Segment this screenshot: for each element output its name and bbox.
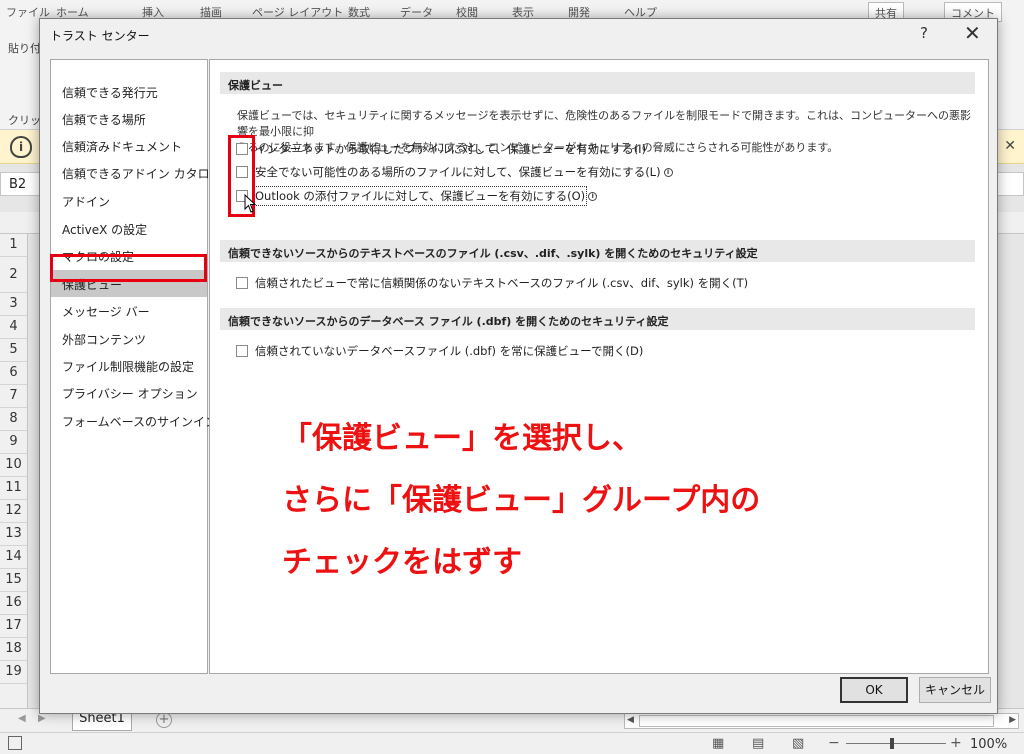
scroll-right-icon[interactable]: ▶	[1009, 715, 1016, 725]
row-number[interactable]: 2	[0, 257, 27, 293]
database-files-option[interactable]: 信頼されていないデータベースファイル (.dbf) を常に保護ビューで開く(D)	[236, 342, 643, 360]
nav-item-activex[interactable]: ActiveX の設定	[51, 215, 207, 242]
section-header-protected-view: 保護ビュー	[220, 72, 975, 94]
info-icon[interactable]: i	[663, 167, 673, 177]
normal-view-icon[interactable]: ▦	[712, 736, 724, 751]
zoom-out-icon[interactable]: −	[828, 735, 840, 751]
clipboard-group-label: クリッ	[8, 114, 41, 127]
page-break-view-icon[interactable]: ▧	[792, 736, 804, 751]
nav-item-file-block[interactable]: ファイル制限機能の設定	[51, 352, 207, 379]
row-number[interactable]: 1	[0, 234, 27, 257]
scrollbar-thumb[interactable]	[639, 715, 994, 727]
row-number[interactable]: 15	[0, 569, 27, 592]
info-icon[interactable]: i	[588, 191, 598, 201]
annotation-line: さらに「保護ビュー」グループ内の	[282, 483, 761, 518]
highlight-box	[50, 254, 207, 282]
row-number[interactable]: 19	[0, 661, 27, 684]
sheet-prev-icon[interactable]: ◀	[18, 713, 26, 724]
nav-item-privacy[interactable]: プライバシー オプション	[51, 379, 207, 406]
nav-item-message-bar[interactable]: メッセージ バー	[51, 297, 207, 324]
mouse-cursor-icon	[244, 194, 257, 213]
nav-item-trusted-documents[interactable]: 信頼済みドキュメント	[51, 132, 207, 159]
nav-item-addins[interactable]: アドイン	[51, 187, 207, 214]
sheet-next-icon[interactable]: ▶	[38, 713, 46, 724]
zoom-level[interactable]: 100%	[970, 737, 1007, 752]
nav-item-trusted-addin-catalogs[interactable]: 信頼できるアドイン カタログ	[51, 159, 222, 186]
close-icon[interactable]: ✕	[964, 21, 981, 45]
row-number[interactable]: 12	[0, 500, 27, 523]
annotation-line: 「保護ビュー」を選択し、	[282, 421, 642, 456]
status-bar: ▦ ▤ ▧ − + 100%	[0, 732, 1024, 754]
section-header-text-files: 信頼できないソースからのテキストベースのファイル (.csv、.dif、.syl…	[220, 240, 975, 262]
text-files-checkbox[interactable]	[236, 277, 248, 289]
row-number[interactable]: 8	[0, 408, 27, 431]
nav-item-trusted-locations[interactable]: 信頼できる場所	[51, 105, 207, 132]
section-header-database-files: 信頼できないソースからのデータベース ファイル (.dbf) を開くためのセキュ…	[220, 308, 975, 330]
add-sheet-icon[interactable]: +	[156, 712, 172, 728]
nav-item-form-signin[interactable]: フォームベースのサインイン	[51, 407, 217, 434]
horizontal-scrollbar[interactable]: ◀ ▶	[624, 713, 1019, 729]
close-icon[interactable]: ✕	[1004, 138, 1016, 154]
annotation-line: チェックをはずす	[282, 545, 522, 580]
nav-item-trusted-publishers[interactable]: 信頼できる発行元	[51, 78, 207, 105]
row-number[interactable]: 9	[0, 431, 27, 454]
instruction-annotation: 「保護ビュー」を選択し、 さらに「保護ビュー」グループ内の チェックをはずす	[282, 408, 760, 594]
row-header: 1 2 3 4 5 6 7 8 9 10 11 12 13 14 15 16 1…	[0, 234, 28, 708]
nav-item-external-content[interactable]: 外部コンテンツ	[51, 325, 207, 352]
row-number[interactable]: 7	[0, 385, 27, 408]
row-number[interactable]: 4	[0, 316, 27, 339]
outlook-attachments-label[interactable]: Outlook の添付ファイルに対して、保護ビューを有効にする(O)	[252, 186, 588, 206]
internet-files-option[interactable]: インターネットから取得したファイルに対して、保護ビューを有効にする(I)	[236, 140, 646, 158]
category-nav: 信頼できる発行元 信頼できる場所 信頼済みドキュメント 信頼できるアドイン カタ…	[50, 59, 222, 674]
dialog-title: トラスト センター	[50, 29, 150, 43]
cancel-button[interactable]: キャンセル	[919, 677, 991, 703]
internet-files-label[interactable]: インターネットから取得したファイルに対して、保護ビューを有効にする(I)	[255, 141, 646, 157]
row-number[interactable]: 11	[0, 477, 27, 500]
trust-center-dialog: トラスト センター ? ✕ 信頼できる発行元 信頼できる場所 信頼済みドキュメン…	[39, 18, 998, 714]
formula-bar[interactable]	[995, 172, 1024, 196]
description-line: 保護ビューでは、セキュリティに関するメッセージを表示せずに、危険性のあるファイル…	[237, 109, 972, 138]
row-number[interactable]: 3	[0, 293, 27, 316]
row-number[interactable]: 16	[0, 592, 27, 615]
row-number[interactable]: 18	[0, 638, 27, 661]
text-files-label[interactable]: 信頼されたビューで常に信頼関係のないテキストベースのファイル (.csv、dif…	[255, 275, 748, 291]
outlook-attachments-option[interactable]: Outlook の添付ファイルに対して、保護ビューを有効にする(O) i	[236, 186, 598, 206]
database-files-checkbox[interactable]	[236, 345, 248, 357]
row-number[interactable]: 14	[0, 546, 27, 569]
row-number[interactable]: 5	[0, 339, 27, 362]
settings-panel: 保護ビュー 保護ビューでは、セキュリティに関するメッセージを表示せずに、危険性の…	[209, 59, 989, 674]
scroll-left-icon[interactable]: ◀	[627, 715, 634, 725]
database-files-label[interactable]: 信頼されていないデータベースファイル (.dbf) を常に保護ビューで開く(D)	[255, 343, 643, 359]
row-number[interactable]: 17	[0, 615, 27, 638]
macro-record-icon[interactable]	[8, 736, 22, 750]
row-number[interactable]: 10	[0, 454, 27, 477]
zoom-slider-thumb[interactable]	[890, 738, 894, 749]
unsafe-locations-option[interactable]: 安全でない可能性のある場所のファイルに対して、保護ビューを有効にする(L) i	[236, 163, 673, 181]
shield-icon: i	[10, 136, 32, 158]
unsafe-locations-label[interactable]: 安全でない可能性のある場所のファイルに対して、保護ビューを有効にする(L)	[255, 164, 661, 180]
zoom-slider[interactable]	[846, 743, 946, 744]
row-number[interactable]: 13	[0, 523, 27, 546]
row-number[interactable]: 6	[0, 362, 27, 385]
page-layout-view-icon[interactable]: ▤	[752, 736, 764, 751]
zoom-in-icon[interactable]: +	[950, 735, 962, 751]
paste-label[interactable]: 貼り付	[8, 40, 41, 56]
ok-button[interactable]: OK	[840, 677, 908, 703]
text-files-option[interactable]: 信頼されたビューで常に信頼関係のないテキストベースのファイル (.csv、dif…	[236, 274, 748, 292]
help-icon[interactable]: ?	[920, 24, 928, 42]
